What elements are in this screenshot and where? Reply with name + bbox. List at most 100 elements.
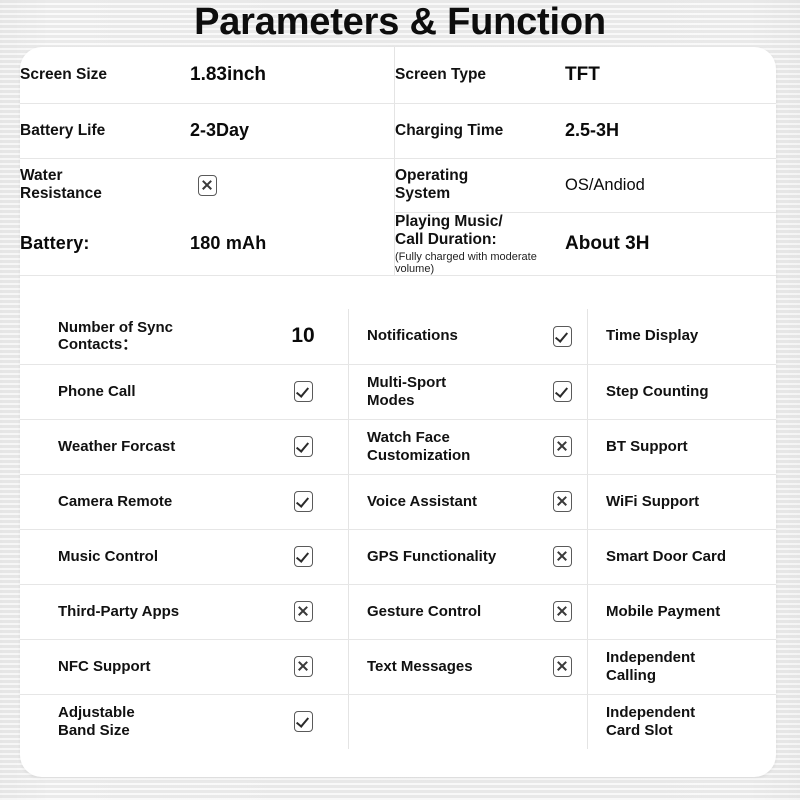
feature-label-adjustable-band-size: Adjustable Band Size xyxy=(20,694,258,749)
cross-icon[interactable] xyxy=(198,174,217,196)
feature-value-mark xyxy=(258,584,349,639)
feature-value-number: 10 xyxy=(258,309,349,364)
feature-row: Camera Remote Voice Assistant WiFi Support xyxy=(20,474,776,529)
table-row: Battery Life 2-3Day Charging Time 2.5-3H xyxy=(20,103,776,158)
spec-label-battery-life: Battery Life xyxy=(20,121,106,139)
cross-icon[interactable] xyxy=(552,546,572,567)
feature-value-mark xyxy=(537,584,588,639)
feature-label-line2: Card Slot xyxy=(606,721,673,739)
spec-label-screen-type: Screen Type xyxy=(394,47,555,103)
feature-value-mark xyxy=(258,419,349,474)
feature-grid-body: Number of Sync Contacts： 10 Notifications Ti… xyxy=(20,309,776,749)
spec-value-battery-life: 2-3Day xyxy=(190,120,250,141)
spec-label-battery: Battery: xyxy=(20,233,90,254)
feature-label-line1: Number of Sync xyxy=(58,318,174,336)
check-icon[interactable] xyxy=(293,711,313,732)
cross-icon[interactable] xyxy=(293,601,313,622)
check-icon[interactable] xyxy=(293,491,313,512)
feature-row: Weather Forcast Watch Face Customization BT… xyxy=(20,419,776,474)
feature-label-line1: Independent xyxy=(606,648,696,666)
feature-label-nfc-support: NFC Support xyxy=(58,657,151,675)
spec-value-operating-system: OS/Andiod xyxy=(565,175,645,194)
feature-label-gesture-control: Gesture Control xyxy=(348,584,537,639)
feature-value-mark xyxy=(537,529,588,584)
feature-row: Music Control GPS Functionality Smart Door… xyxy=(20,529,776,584)
cross-icon[interactable] xyxy=(552,436,572,457)
spec-label-playing-music-line2: Call Duration: xyxy=(395,230,497,248)
check-icon[interactable] xyxy=(293,546,313,567)
feature-value-mark xyxy=(258,529,349,584)
feature-label-phone-call: Phone Call xyxy=(58,382,136,400)
feature-row: Adjustable Band Size Independent Card Slot xyxy=(20,694,776,749)
feature-label-notifications: Notifications xyxy=(348,309,537,364)
feature-label-text-messages: Text Messages xyxy=(348,639,537,694)
spec-value-playing-music: About 3H xyxy=(565,232,650,254)
feature-value-mark xyxy=(258,364,349,419)
spec-label-water-resistance: Water Resistance xyxy=(20,158,190,212)
feature-row: Phone Call Multi-Sport Modes Step Counting xyxy=(20,364,776,419)
feature-label-weather-forcast: Weather Forcast xyxy=(58,437,176,455)
spec-note-playing-music: (Fully charged with moderate volume) xyxy=(395,250,537,275)
feature-label-line2: Contacts： xyxy=(58,336,138,354)
spec-label-screen-size: Screen Size xyxy=(20,66,108,84)
feature-label-camera-remote: Camera Remote xyxy=(58,492,173,510)
check-icon[interactable] xyxy=(293,381,313,402)
feature-label-bt-support: BT Support xyxy=(587,419,776,474)
feature-value-mark xyxy=(537,474,588,529)
feature-label-third-party-apps: Third-Party Apps xyxy=(58,602,180,620)
spec-value-screen-type: TFT xyxy=(565,64,600,86)
spec-value-water-resistance xyxy=(190,158,395,212)
feature-label-wifi-support: WiFi Support xyxy=(587,474,776,529)
feature-label-empty xyxy=(348,694,537,749)
feature-label-line1: Multi-Sport xyxy=(367,373,447,391)
feature-row: Number of Sync Contacts： 10 Notifications Ti… xyxy=(20,309,776,364)
feature-label-line2: Calling xyxy=(606,666,657,684)
feature-label-time-display: Time Display xyxy=(587,309,776,364)
feature-label-number-of-sync-contacts: Number of Sync Contacts： xyxy=(20,309,258,364)
table-row: Battery: 180 mAh Playing Music/ Call Dur… xyxy=(20,212,776,275)
feature-value-mark xyxy=(537,364,588,419)
feature-label-voice-assistant: Voice Assistant xyxy=(348,474,537,529)
feature-label-gps-functionality: GPS Functionality xyxy=(348,529,537,584)
feature-label-line1: Watch Face xyxy=(367,428,450,446)
spec-label-playing-music-line1: Playing Music/ xyxy=(395,213,503,230)
feature-label-watch-face-customization: Watch Face Customization xyxy=(348,419,537,474)
cross-icon[interactable] xyxy=(552,491,572,512)
check-icon[interactable] xyxy=(552,325,572,347)
feature-value-mark xyxy=(537,309,588,364)
cross-icon[interactable] xyxy=(552,601,572,622)
feature-row: NFC Support Text Messages Independent Calli… xyxy=(20,639,776,694)
cross-icon[interactable] xyxy=(552,656,572,677)
feature-label-line2: Customization xyxy=(367,446,471,464)
spec-value-battery: 180 mAh xyxy=(190,233,267,254)
cross-icon[interactable] xyxy=(293,656,313,677)
feature-label-line1: Independent xyxy=(606,703,696,721)
feature-value-mark xyxy=(537,639,588,694)
feature-label-independent-card-slot: Independent Card Slot xyxy=(587,694,776,749)
feature-value-mark xyxy=(258,639,349,694)
table-row: Water Resistance Operating System OS/Andio… xyxy=(20,158,776,212)
table-row: Screen Size 1.83inch Screen Type TFT xyxy=(20,47,776,103)
feature-label-line2: Band Size xyxy=(58,721,130,739)
feature-value-mark xyxy=(258,474,349,529)
feature-label-step-counting: Step Counting xyxy=(587,364,776,419)
feature-label-smart-door-card: Smart Door Card xyxy=(587,529,776,584)
feature-label-line2: Modes xyxy=(367,391,415,409)
feature-label-multi-sport-modes: Multi-Sport Modes xyxy=(348,364,537,419)
feature-value-empty xyxy=(537,694,588,749)
spec-label-operating-system: Operating System xyxy=(394,158,555,212)
feature-label-music-control: Music Control xyxy=(58,547,158,565)
spec-label-water-resistance-text: Water Resistance xyxy=(20,167,102,203)
check-icon[interactable] xyxy=(552,381,572,402)
feature-value-mark xyxy=(537,419,588,474)
feature-value-mark xyxy=(258,694,349,749)
feature-label-mobile-payment: Mobile Payment xyxy=(587,584,776,639)
spec-label-operating-system-text: Operating System xyxy=(395,167,469,203)
feature-label-independent-calling: Independent Calling xyxy=(587,639,776,694)
spec-label-playing-music: Playing Music/ Call Duration: (Fully cha… xyxy=(394,212,555,275)
feature-label-line1: Adjustable xyxy=(58,703,135,721)
check-icon[interactable] xyxy=(293,436,313,457)
spec-value-screen-size: 1.83inch xyxy=(190,64,267,86)
sync-contacts-count: 10 xyxy=(291,324,315,348)
page-title: Parameters & Function xyxy=(194,1,606,43)
